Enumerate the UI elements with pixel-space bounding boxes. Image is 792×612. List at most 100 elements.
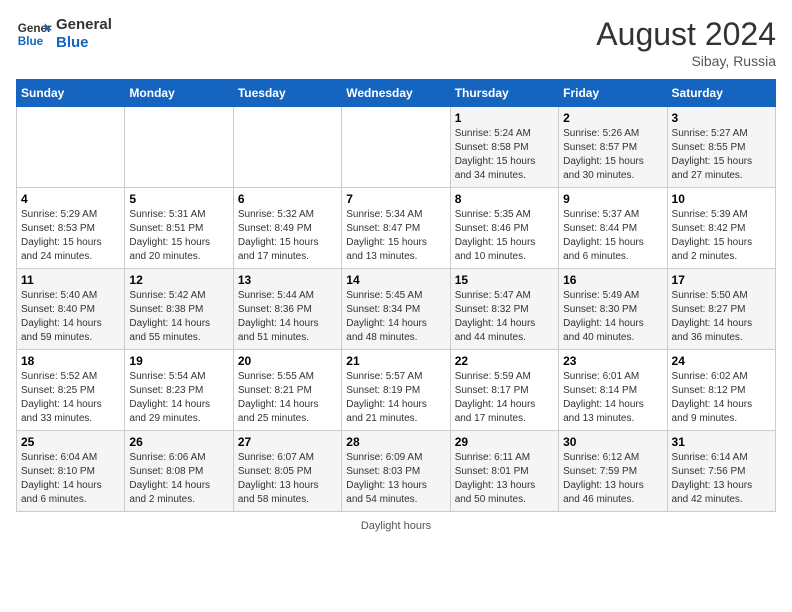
day-number: 7 — [346, 192, 445, 206]
weekday-header-thursday: Thursday — [450, 80, 558, 107]
calendar-cell: 8 Sunrise: 5:35 AM Sunset: 8:46 PM Daylig… — [450, 188, 558, 269]
calendar-cell: 14 Sunrise: 5:45 AM Sunset: 8:34 PM Dayli… — [342, 269, 450, 350]
day-info: Sunrise: 5:44 AM Sunset: 8:36 PM Dayligh… — [238, 289, 337, 345]
weekday-header-sunday: Sunday — [17, 80, 125, 107]
day-number: 2 — [563, 111, 662, 125]
day-info: Sunrise: 6:01 AM Sunset: 8:14 PM Dayligh… — [563, 370, 662, 426]
day-info: Sunrise: 6:09 AM Sunset: 8:03 PM Dayligh… — [346, 451, 445, 507]
calendar-cell: 3Sunrise: 5:27 AM Sunset: 8:55 PM Daylig… — [667, 107, 775, 188]
day-number: 29 — [455, 435, 554, 449]
day-info: Sunrise: 6:14 AM Sunset: 7:56 PM Dayligh… — [672, 451, 771, 507]
day-info: Sunrise: 5:35 AM Sunset: 8:46 PM Dayligh… — [455, 208, 554, 264]
weekday-header-row: SundayMondayTuesdayWednesdayThursdayFrid… — [17, 80, 776, 107]
day-number: 30 — [563, 435, 662, 449]
day-number: 13 — [238, 273, 337, 287]
calendar-cell: 31 Sunrise: 6:14 AM Sunset: 7:56 PM Dayli… — [667, 431, 775, 512]
day-number: 4 — [21, 192, 120, 206]
day-number: 14 — [346, 273, 445, 287]
day-number: 5 — [129, 192, 228, 206]
day-number: 23 — [563, 354, 662, 368]
day-info: Sunrise: 6:04 AM Sunset: 8:10 PM Dayligh… — [21, 451, 120, 507]
day-info: Sunrise: 5:59 AM Sunset: 8:17 PM Dayligh… — [455, 370, 554, 426]
page-header: General Blue General Blue August 2024 Si… — [16, 16, 776, 69]
calendar-cell: 12 Sunrise: 5:42 AM Sunset: 8:38 PM Dayli… — [125, 269, 233, 350]
calendar-cell: 28Sunrise: 6:09 AM Sunset: 8:03 PM Dayli… — [342, 431, 450, 512]
day-info: Sunrise: 6:02 AM Sunset: 8:12 PM Dayligh… — [672, 370, 771, 426]
calendar-cell — [342, 107, 450, 188]
day-number: 11 — [21, 273, 120, 287]
calendar-cell: 24 Sunrise: 6:02 AM Sunset: 8:12 PM Dayli… — [667, 350, 775, 431]
day-number: 21 — [346, 354, 445, 368]
day-info: Sunrise: 5:26 AM Sunset: 8:57 PM Dayligh… — [563, 127, 662, 183]
day-info: Sunrise: 5:34 AM Sunset: 8:47 PM Dayligh… — [346, 208, 445, 264]
calendar-cell: 6 Sunrise: 5:32 AM Sunset: 8:49 PM Daylig… — [233, 188, 341, 269]
weekday-header-friday: Friday — [559, 80, 667, 107]
day-info: Sunrise: 5:31 AM Sunset: 8:51 PM Dayligh… — [129, 208, 228, 264]
day-number: 12 — [129, 273, 228, 287]
calendar-cell — [125, 107, 233, 188]
calendar-cell: 10 Sunrise: 5:39 AM Sunset: 8:42 PM Dayli… — [667, 188, 775, 269]
day-info: Sunrise: 5:57 AM Sunset: 8:19 PM Dayligh… — [346, 370, 445, 426]
svg-text:Blue: Blue — [18, 35, 44, 48]
day-number: 27 — [238, 435, 337, 449]
logo-blue: Blue — [56, 34, 112, 52]
day-number: 10 — [672, 192, 771, 206]
day-info: Sunrise: 6:12 AM Sunset: 7:59 PM Dayligh… — [563, 451, 662, 507]
day-number: 19 — [129, 354, 228, 368]
title-block: August 2024 Sibay, Russia — [596, 16, 776, 69]
calendar-cell — [17, 107, 125, 188]
day-info: Sunrise: 5:49 AM Sunset: 8:30 PM Dayligh… — [563, 289, 662, 345]
day-info: Sunrise: 5:37 AM Sunset: 8:44 PM Dayligh… — [563, 208, 662, 264]
day-info: Sunrise: 5:47 AM Sunset: 8:32 PM Dayligh… — [455, 289, 554, 345]
calendar-cell: 22Sunrise: 5:59 AM Sunset: 8:17 PM Dayli… — [450, 350, 558, 431]
logo-icon: General Blue — [16, 16, 52, 52]
calendar-cell: 21 Sunrise: 5:57 AM Sunset: 8:19 PM Dayli… — [342, 350, 450, 431]
day-info: Sunrise: 5:40 AM Sunset: 8:40 PM Dayligh… — [21, 289, 120, 345]
day-info: Sunrise: 5:32 AM Sunset: 8:49 PM Dayligh… — [238, 208, 337, 264]
calendar-cell: 27 Sunrise: 6:07 AM Sunset: 8:05 PM Dayli… — [233, 431, 341, 512]
calendar-cell: 5 Sunrise: 5:31 AM Sunset: 8:51 PM Daylig… — [125, 188, 233, 269]
calendar-cell: 15Sunrise: 5:47 AM Sunset: 8:32 PM Dayli… — [450, 269, 558, 350]
day-info: Sunrise: 5:29 AM Sunset: 8:53 PM Dayligh… — [21, 208, 120, 264]
logo-general: General — [56, 16, 112, 34]
day-info: Sunrise: 6:07 AM Sunset: 8:05 PM Dayligh… — [238, 451, 337, 507]
day-info: Sunrise: 5:39 AM Sunset: 8:42 PM Dayligh… — [672, 208, 771, 264]
calendar-week-row: 25Sunrise: 6:04 AM Sunset: 8:10 PM Dayli… — [17, 431, 776, 512]
day-info: Sunrise: 5:42 AM Sunset: 8:38 PM Dayligh… — [129, 289, 228, 345]
day-number: 6 — [238, 192, 337, 206]
month-year: August 2024 — [596, 16, 776, 53]
day-number: 24 — [672, 354, 771, 368]
calendar-cell: 7 Sunrise: 5:34 AM Sunset: 8:47 PM Daylig… — [342, 188, 450, 269]
weekday-header-monday: Monday — [125, 80, 233, 107]
day-number: 8 — [455, 192, 554, 206]
day-number: 17 — [672, 273, 771, 287]
day-number: 16 — [563, 273, 662, 287]
day-info: Sunrise: 6:11 AM Sunset: 8:01 PM Dayligh… — [455, 451, 554, 507]
calendar-cell: 1 Sunrise: 5:24 AM Sunset: 8:58 PM Daylig… — [450, 107, 558, 188]
calendar-cell: 13 Sunrise: 5:44 AM Sunset: 8:36 PM Dayli… — [233, 269, 341, 350]
day-number: 26 — [129, 435, 228, 449]
weekday-header-saturday: Saturday — [667, 80, 775, 107]
calendar-week-row: 18Sunrise: 5:52 AM Sunset: 8:25 PM Dayli… — [17, 350, 776, 431]
weekday-header-tuesday: Tuesday — [233, 80, 341, 107]
day-number: 20 — [238, 354, 337, 368]
calendar-cell: 17 Sunrise: 5:50 AM Sunset: 8:27 PM Dayli… — [667, 269, 775, 350]
day-info: Sunrise: 5:50 AM Sunset: 8:27 PM Dayligh… — [672, 289, 771, 345]
calendar-cell: 11 Sunrise: 5:40 AM Sunset: 8:40 PM Dayli… — [17, 269, 125, 350]
daylight-label: Daylight hours — [361, 520, 431, 532]
calendar-cell — [233, 107, 341, 188]
calendar-week-row: 11 Sunrise: 5:40 AM Sunset: 8:40 PM Dayli… — [17, 269, 776, 350]
calendar-cell: 25Sunrise: 6:04 AM Sunset: 8:10 PM Dayli… — [17, 431, 125, 512]
day-number: 18 — [21, 354, 120, 368]
day-info: Sunrise: 6:06 AM Sunset: 8:08 PM Dayligh… — [129, 451, 228, 507]
day-number: 9 — [563, 192, 662, 206]
day-info: Sunrise: 5:45 AM Sunset: 8:34 PM Dayligh… — [346, 289, 445, 345]
day-info: Sunrise: 5:24 AM Sunset: 8:58 PM Dayligh… — [455, 127, 554, 183]
day-number: 31 — [672, 435, 771, 449]
calendar-cell: 20 Sunrise: 5:55 AM Sunset: 8:21 PM Dayli… — [233, 350, 341, 431]
calendar-cell: 26 Sunrise: 6:06 AM Sunset: 8:08 PM Dayli… — [125, 431, 233, 512]
day-number: 1 — [455, 111, 554, 125]
calendar-cell: 23 Sunrise: 6:01 AM Sunset: 8:14 PM Dayli… — [559, 350, 667, 431]
day-info: Sunrise: 5:55 AM Sunset: 8:21 PM Dayligh… — [238, 370, 337, 426]
day-number: 3 — [672, 111, 771, 125]
